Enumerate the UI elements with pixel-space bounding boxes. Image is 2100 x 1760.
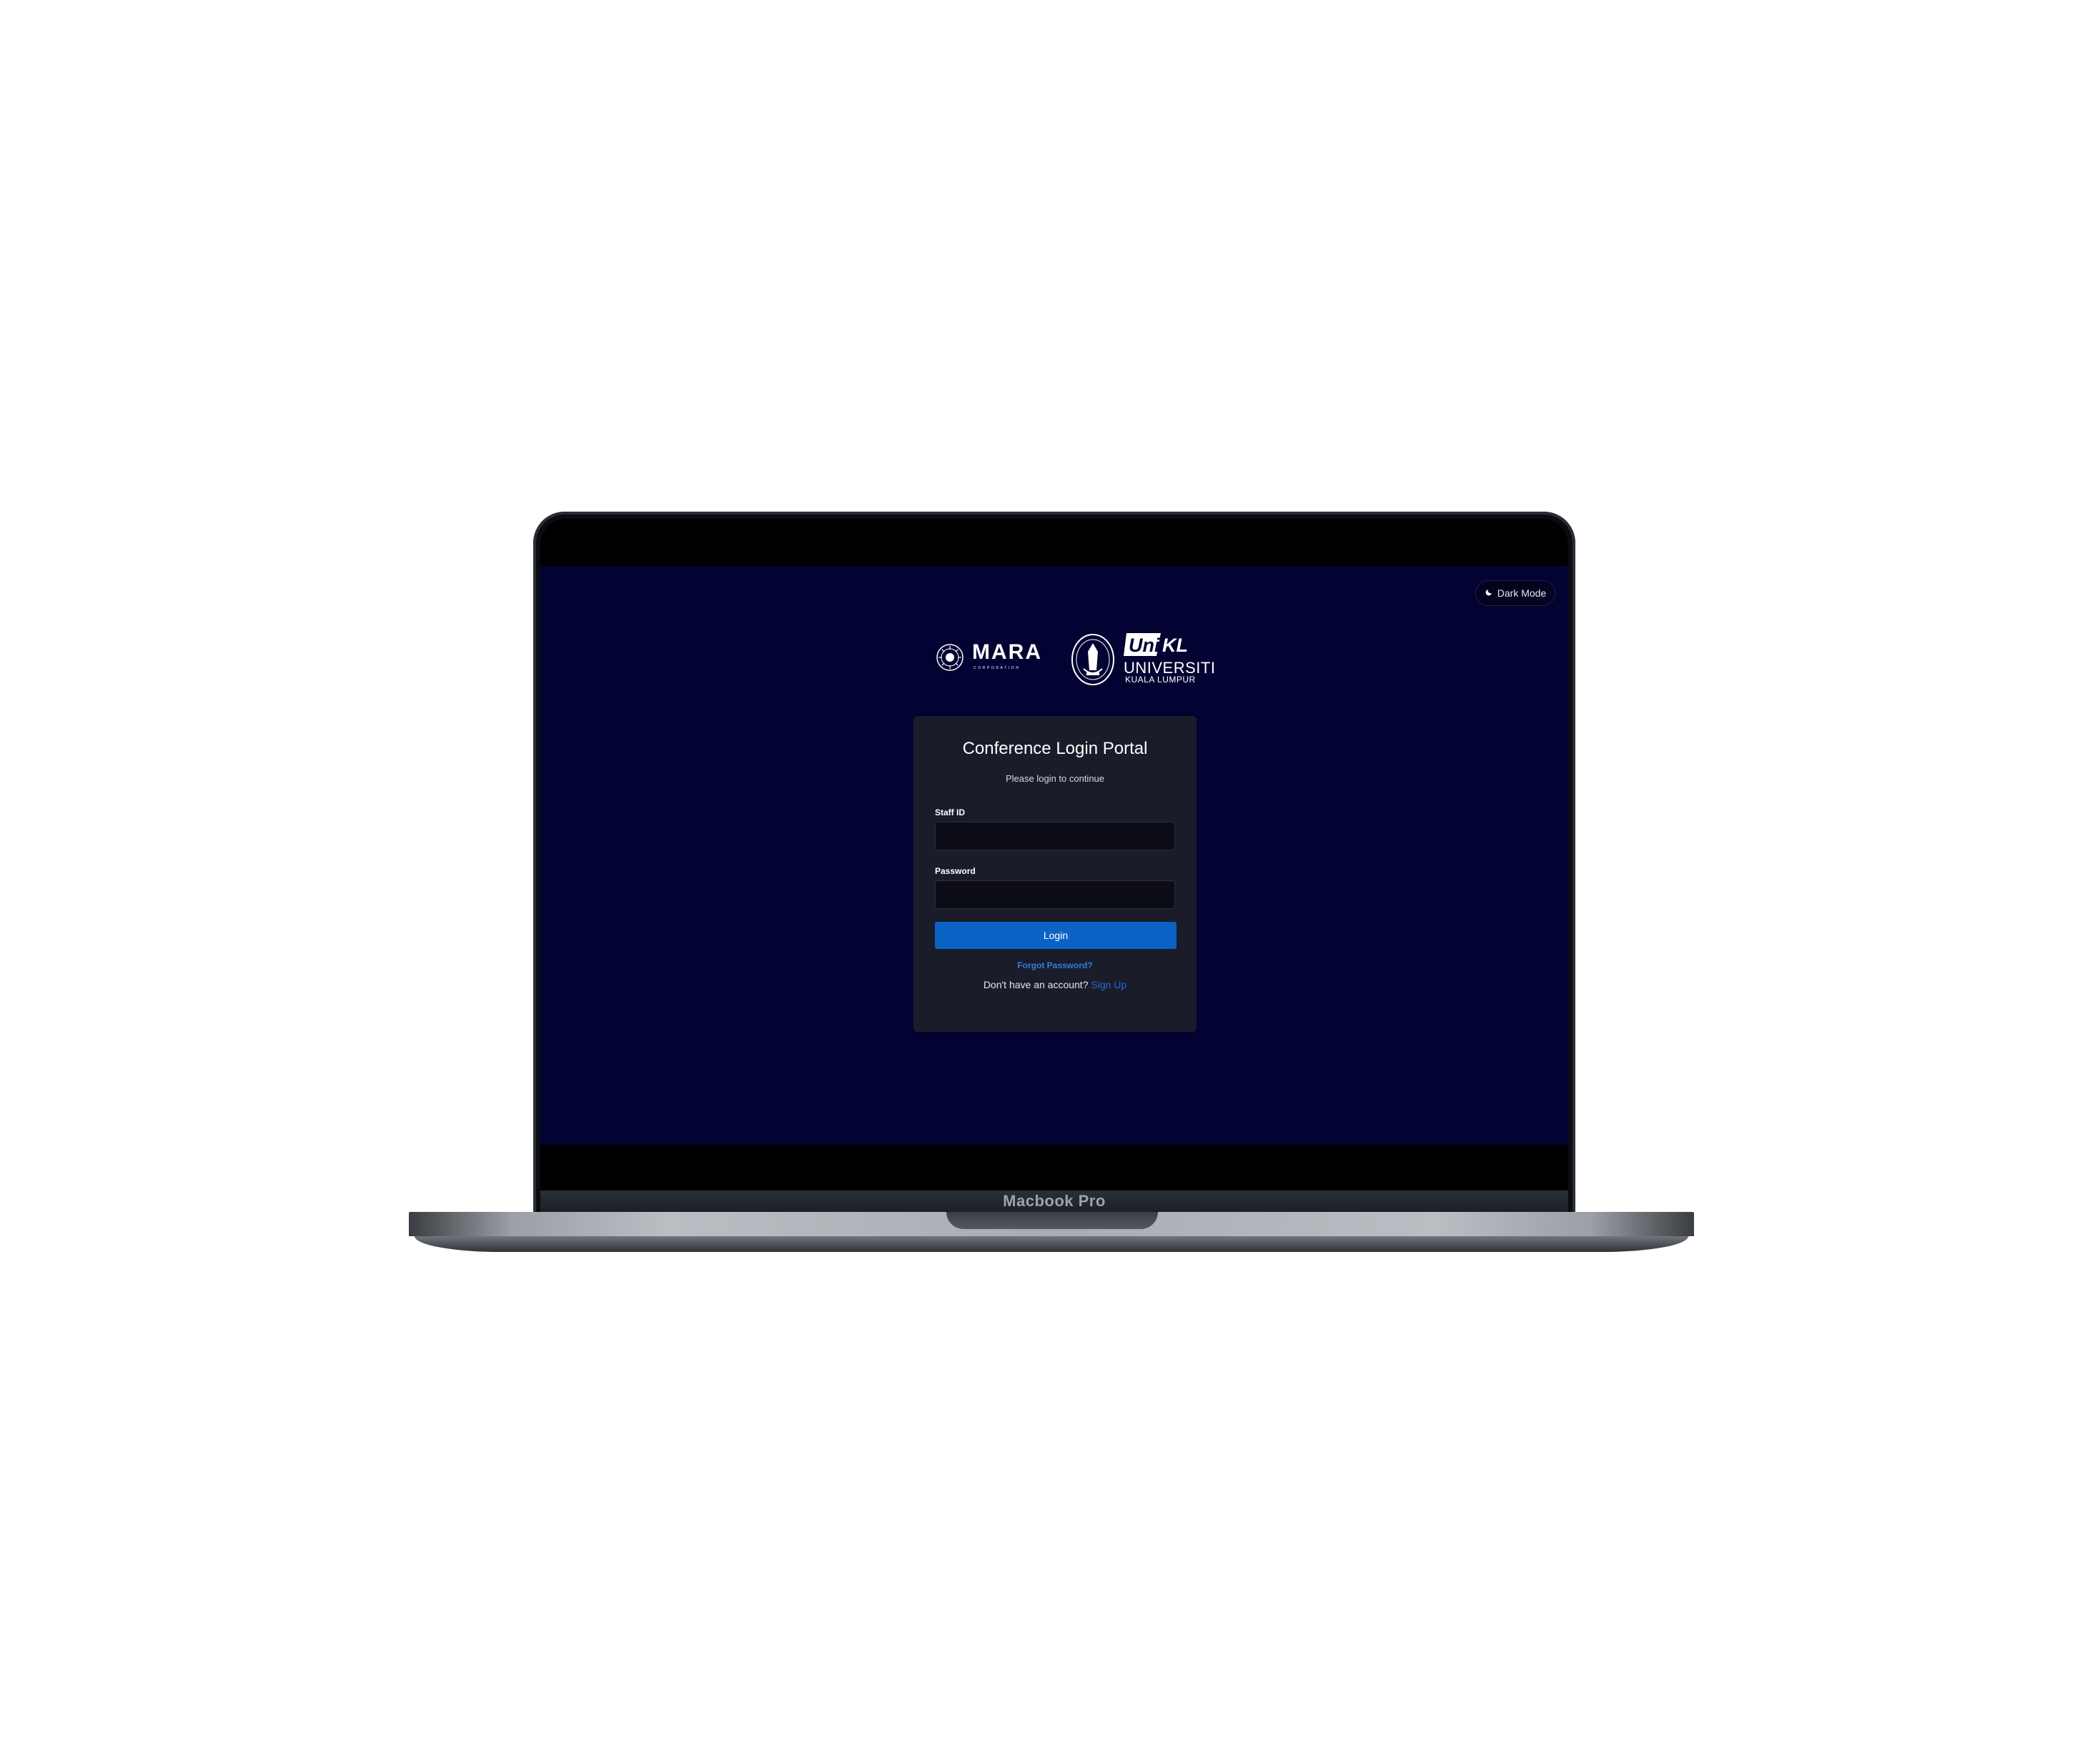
page-subtitle: Please login to continue (1005, 773, 1105, 784)
laptop-base-shadow (415, 1236, 1688, 1252)
moon-icon (1485, 587, 1493, 599)
screen-bezel-top (540, 519, 1568, 566)
signup-link[interactable]: Sign Up (1091, 979, 1126, 990)
unikl-badge-kl: KL (1162, 635, 1188, 656)
unikl-badge-uni: Uni (1129, 635, 1160, 656)
staff-id-label: Staff ID (935, 807, 965, 817)
signup-prompt: Don't have an account? Sign Up (913, 979, 1197, 990)
screen: Dark Mode MARA CORPORATION Uni KL UNIVER… (540, 566, 1568, 1145)
unikl-text-kl: KUALA LUMPUR (1125, 675, 1196, 685)
mara-wordmark: MARA (972, 640, 1042, 664)
login-card: Conference Login Portal Please login to … (913, 716, 1197, 1032)
device-label: Macbook Pro (1003, 1192, 1106, 1210)
login-button[interactable]: Login (935, 922, 1177, 949)
password-label: Password (935, 866, 976, 876)
laptop-chin: Macbook Pro (540, 1190, 1568, 1212)
no-account-text: Don't have an account? (983, 979, 1089, 990)
screen-bezel-bottom (540, 1145, 1568, 1190)
laptop-notch (946, 1212, 1158, 1229)
staff-id-input[interactable] (935, 822, 1175, 850)
page-title: Conference Login Portal (962, 739, 1148, 758)
password-input[interactable] (935, 880, 1175, 909)
forgot-password-link[interactable]: Forgot Password? (913, 960, 1197, 970)
unikl-badge: Uni KL (1124, 633, 1188, 656)
dark-mode-label: Dark Mode (1497, 587, 1547, 599)
logo-bar: MARA CORPORATION Uni KL UNIVERSITI KUALA… (540, 632, 1568, 692)
dark-mode-toggle[interactable]: Dark Mode (1475, 580, 1555, 606)
mara-emblem-icon (936, 644, 964, 671)
mara-subtext: CORPORATION (974, 666, 1021, 670)
unikl-seal-icon (1071, 634, 1114, 685)
